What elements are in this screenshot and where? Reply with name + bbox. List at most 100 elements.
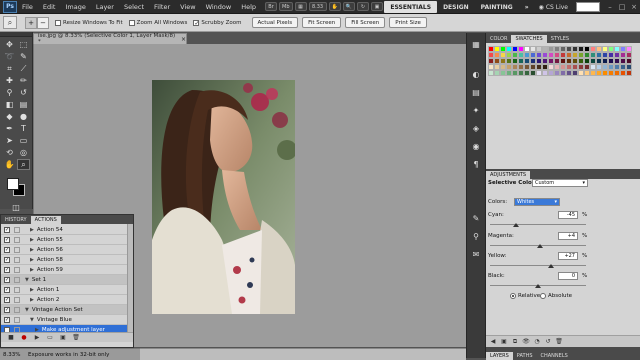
3d-rotate-icon[interactable]: ⟲ <box>3 147 16 158</box>
menu-edit[interactable]: Edit <box>38 3 61 11</box>
notes-panel-icon[interactable]: ✉ <box>469 247 483 261</box>
swatch[interactable] <box>626 70 632 76</box>
type-tool-icon[interactable]: T <box>17 123 30 134</box>
disclosure-triangle-icon[interactable]: ▶ <box>30 257 34 263</box>
status-zoom[interactable]: 8.33% <box>0 352 24 358</box>
yellow-slider[interactable] <box>490 265 586 266</box>
new-action-icon[interactable]: ▣ <box>59 334 67 342</box>
back-arrow-icon[interactable]: ◀ <box>489 338 497 346</box>
toggle-checkbox[interactable]: ✓ <box>4 306 10 313</box>
path-select-icon[interactable]: ➤ <box>3 135 16 146</box>
menu-layer[interactable]: Layer <box>91 3 119 11</box>
resize-windows-checkbox[interactable]: Resize Windows To Fit <box>55 19 123 26</box>
clone-source-icon[interactable]: ⚲ <box>469 229 483 243</box>
relative-radio[interactable] <box>510 293 516 299</box>
cyan-input[interactable]: -45 <box>558 211 578 219</box>
zoom-level-field[interactable]: 8.33 <box>308 2 327 11</box>
new-set-icon[interactable]: ▭ <box>46 334 54 342</box>
colors-select[interactable]: Whites ▾ <box>514 198 560 206</box>
menu-select[interactable]: Select <box>119 3 149 11</box>
menu-file[interactable]: File <box>17 3 38 11</box>
toggle-checkbox[interactable]: ✓ <box>4 236 10 243</box>
toggle-checkbox[interactable]: ✓ <box>4 246 10 253</box>
yellow-input[interactable]: +27 <box>558 252 578 260</box>
dialog-toggle[interactable] <box>14 246 20 253</box>
menu-window[interactable]: Window <box>201 3 237 11</box>
preset-select[interactable]: Custom ▾ <box>532 179 588 187</box>
hand-tool-button[interactable]: ✋ <box>328 2 341 11</box>
action-row[interactable]: ✓ ▶ Action 59 <box>1 265 128 275</box>
action-set-row[interactable]: ✓ ▼ Set 1 <box>1 275 128 285</box>
minimize-icon[interactable]: – <box>605 2 615 12</box>
disclosure-triangle-icon[interactable]: ▼ <box>25 277 29 283</box>
hand-tool-icon[interactable]: ✋ <box>3 159 16 170</box>
dialog-toggle[interactable] <box>14 296 20 303</box>
horizontal-scrollbar[interactable] <box>140 348 466 360</box>
disclosure-triangle-icon[interactable]: ▶ <box>30 267 34 273</box>
magenta-slider-thumb[interactable] <box>537 244 543 248</box>
toggle-checkbox[interactable]: ✓ <box>4 266 10 273</box>
minibridge-button[interactable]: Mb <box>279 2 293 11</box>
record-icon[interactable]: ● <box>20 334 28 342</box>
mini-bridge-icon[interactable]: ▦ <box>469 37 483 51</box>
actions-scrollbar[interactable] <box>127 224 133 333</box>
gradient-tool-icon[interactable]: ▤ <box>17 99 30 110</box>
menu-view[interactable]: View <box>175 3 200 11</box>
scrubby-zoom-box[interactable]: ✓ <box>193 19 199 26</box>
disclosure-triangle-icon[interactable]: ▶ <box>30 297 34 303</box>
tab-styles[interactable]: STYLES <box>547 35 573 43</box>
view-previous-icon[interactable]: ◔ <box>533 338 541 346</box>
tab-history[interactable]: HISTORY <box>1 216 31 224</box>
visibility-eye-icon[interactable]: 👁 <box>522 338 530 346</box>
swatches-panel-icon[interactable]: ▤ <box>469 85 483 99</box>
view-extras-button[interactable]: ▦ <box>294 2 307 11</box>
document-close-icon[interactable]: × <box>181 36 186 43</box>
clone-stamp-icon[interactable]: ⚲ <box>3 87 16 98</box>
zoom-tool-button[interactable]: 🔍 <box>342 2 356 11</box>
toggle-checkbox[interactable]: ✓ <box>4 226 10 233</box>
toggle-checkbox[interactable]: ✓ <box>4 316 10 323</box>
zoom-all-checkbox[interactable]: Zoom All Windows <box>128 19 187 26</box>
disclosure-triangle-icon[interactable]: ▶ <box>30 237 34 243</box>
tab-swatches[interactable]: SWATCHES <box>511 35 547 43</box>
foreground-color-swatch[interactable] <box>7 178 19 190</box>
rotate-view-button[interactable]: ↻ <box>357 2 370 11</box>
dialog-toggle[interactable] <box>14 266 20 273</box>
black-slider-thumb[interactable] <box>535 284 541 288</box>
zoom-all-box[interactable] <box>128 19 135 26</box>
action-row[interactable]: ✓ ▶ Action 2 <box>1 295 128 305</box>
toggle-checkbox[interactable]: ✓ <box>4 256 10 263</box>
menu-filter[interactable]: Filter <box>149 3 175 11</box>
disclosure-triangle-icon[interactable]: ▶ <box>30 227 34 233</box>
lasso-tool-icon[interactable]: ➰ <box>3 51 16 62</box>
zoom-out-icon[interactable]: − <box>37 16 49 29</box>
dialog-toggle[interactable] <box>14 256 20 263</box>
actual-pixels-button[interactable]: Actual Pixels <box>251 17 299 28</box>
menu-image[interactable]: Image <box>60 3 90 11</box>
resize-windows-box[interactable] <box>55 19 61 26</box>
action-row[interactable]: ✓ ▶ Action 55 <box>1 235 128 245</box>
dodge-tool-icon[interactable]: ● <box>17 111 30 122</box>
toggle-checkbox[interactable]: ✓ <box>4 296 10 303</box>
scrubby-zoom-checkbox[interactable]: ✓ Scrubby Zoom <box>193 19 242 26</box>
brush-panel-icon[interactable]: ✎ <box>469 211 483 225</box>
dialog-toggle[interactable] <box>14 236 20 243</box>
menu-help[interactable]: Help <box>236 3 261 11</box>
zoom-in-icon[interactable]: + <box>25 16 37 29</box>
workspace-essentials[interactable]: ESSENTIALS <box>384 1 438 13</box>
move-tool-icon[interactable]: ✥ <box>3 39 16 50</box>
tab-channels[interactable]: CHANNELS <box>537 352 572 360</box>
3d-panel-icon[interactable]: ◈ <box>469 121 483 135</box>
shape-tool-icon[interactable]: ▭ <box>17 135 30 146</box>
pen-tool-icon[interactable]: ✒ <box>3 123 16 134</box>
masks-panel-icon[interactable]: ◉ <box>469 139 483 153</box>
cyan-slider-thumb[interactable] <box>513 223 519 227</box>
dialog-toggle[interactable] <box>14 316 20 323</box>
color-panel-icon[interactable]: ◐ <box>469 67 483 81</box>
action-row[interactable]: ✓ ▼ Vintage Blue <box>1 315 128 325</box>
paragraph-panel-icon[interactable]: ¶ <box>469 157 483 171</box>
close-icon[interactable]: × <box>629 2 639 12</box>
workspace-painting[interactable]: PAINTING <box>475 1 519 13</box>
disclosure-triangle-icon[interactable]: ▶ <box>30 247 34 253</box>
history-brush-icon[interactable]: ↺ <box>17 87 30 98</box>
